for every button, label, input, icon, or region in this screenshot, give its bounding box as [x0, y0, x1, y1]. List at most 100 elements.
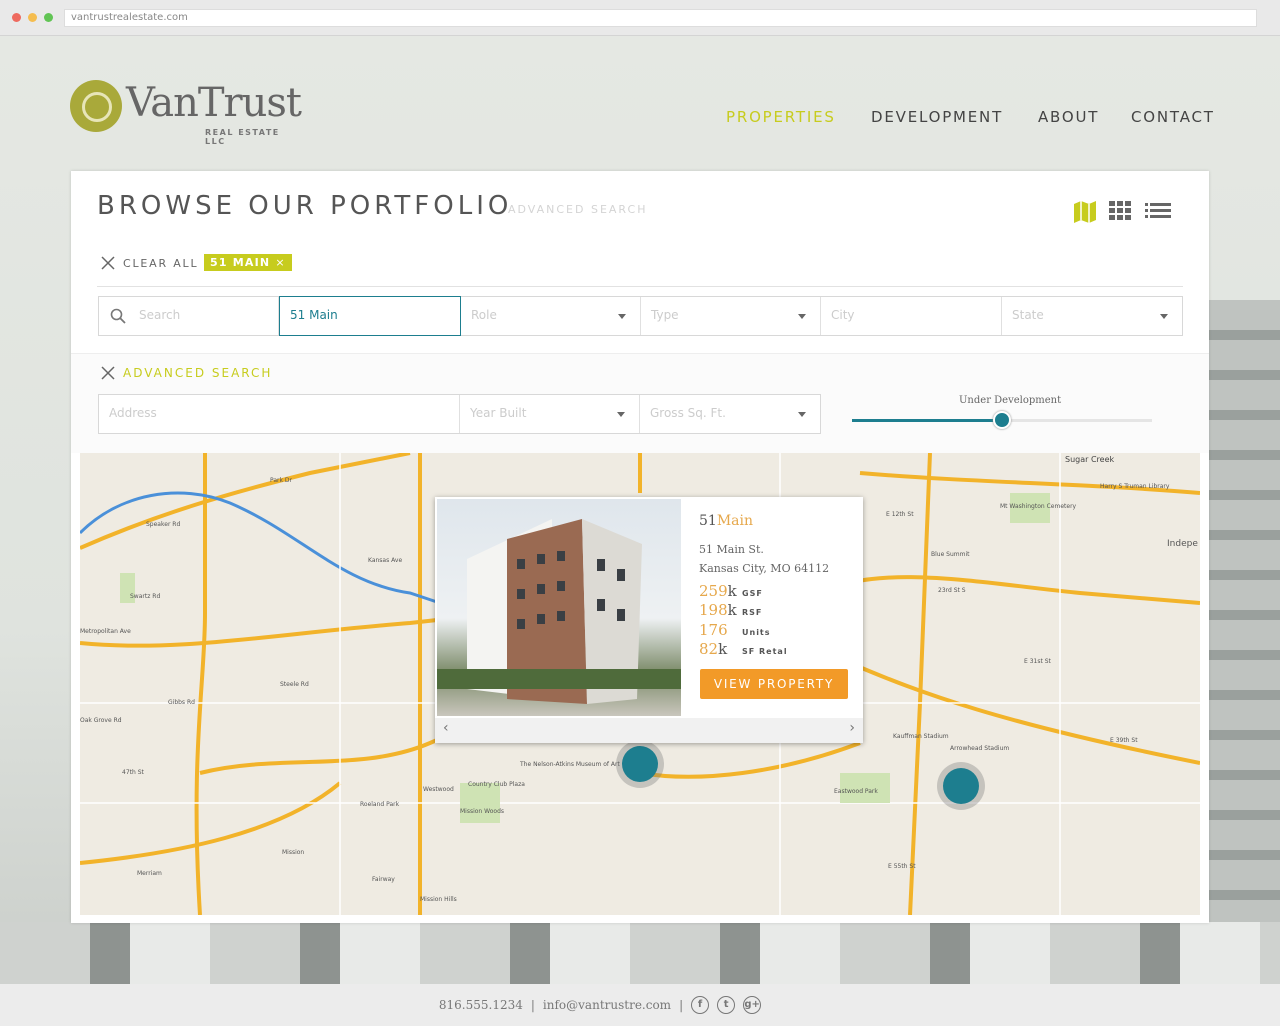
list-view-icon[interactable] — [1145, 203, 1171, 223]
state-select[interactable]: State — [1002, 297, 1182, 335]
stat-gsf: 259k GSF — [699, 582, 763, 600]
browser-chrome: vantrustrealestate.com — [0, 0, 1280, 36]
stat-value: 176 — [699, 621, 728, 639]
type-select[interactable]: Type — [641, 297, 821, 335]
stat-value: 259 — [699, 582, 728, 600]
nav-contact[interactable]: CONTACT — [1131, 108, 1215, 126]
close-icon — [101, 256, 115, 270]
slider-handle[interactable] — [993, 411, 1011, 429]
clear-all-button[interactable]: CLEAR ALL — [101, 256, 198, 270]
footer-separator: | — [530, 998, 535, 1012]
stat-value: 82 — [699, 640, 719, 658]
advanced-search-toggle[interactable]: ADVANCED SEARCH — [101, 366, 272, 380]
portfolio-panel: BROWSE OUR PORTFOLIO ADVANCED SEARCH CLE… — [71, 171, 1209, 923]
remove-filter-icon[interactable]: × — [275, 256, 285, 269]
nav-properties[interactable]: PROPERTIES — [726, 108, 836, 126]
close-dot-icon[interactable] — [12, 13, 21, 22]
map-label: Kansas Ave — [368, 557, 403, 564]
chevron-down-icon — [617, 412, 625, 421]
map-label: Harry S Truman Library — [1100, 483, 1170, 490]
stat-suffix: k — [718, 640, 728, 658]
background-balconies — [0, 922, 1280, 984]
close-icon — [101, 366, 115, 380]
property-popup: 51Main 51 Main St. Kansas City, MO 64112… — [435, 497, 863, 743]
map-label: Westwood — [423, 786, 454, 793]
stat-unit: RSF — [742, 608, 763, 617]
development-slider[interactable] — [852, 411, 1152, 429]
facebook-icon[interactable]: f — [691, 996, 710, 1014]
map-label: Arrowhead Stadium — [950, 745, 1010, 752]
map-label: E 31st St — [1024, 658, 1051, 665]
map-label: Mission Hills — [420, 896, 457, 903]
stat-suffix: k — [727, 582, 737, 600]
gross-sqft-select[interactable]: Gross Sq. Ft. — [640, 395, 820, 433]
slider-label: Under Development — [959, 395, 1062, 406]
grid-view-icon[interactable] — [1109, 201, 1131, 225]
map-label: Kauffman Stadium — [893, 733, 949, 740]
city-input[interactable]: City — [821, 297, 1002, 335]
logo[interactable]: VanTrust REAL ESTATE LLC — [70, 78, 302, 146]
active-filter-tag[interactable]: 51 MAIN × — [204, 254, 292, 271]
map-label: E 55th St — [888, 863, 916, 870]
map-label: Eastwood Park — [834, 788, 878, 795]
map-label: Mission — [282, 849, 305, 856]
stat-unit: Units — [742, 628, 771, 637]
chevron-right-icon[interactable]: › — [849, 720, 855, 736]
stat-rsf: 198k RSF — [699, 601, 762, 619]
map[interactable]: Park Dr Speaker Rd Swartz Rd Metropolita… — [80, 453, 1200, 915]
chevron-left-icon[interactable]: ‹ — [443, 720, 449, 736]
map-label: Country Club Plaza — [468, 781, 525, 788]
property-photo — [437, 499, 681, 716]
footer-email[interactable]: info@vantrustre.com — [543, 998, 671, 1012]
footer-separator: | — [679, 998, 684, 1012]
stat-unit: GSF — [742, 589, 763, 598]
minimize-dot-icon[interactable] — [28, 13, 37, 22]
maximize-dot-icon[interactable] — [44, 13, 53, 22]
property-marker[interactable] — [943, 768, 979, 804]
page-title: BROWSE OUR PORTFOLIO — [97, 191, 513, 221]
twitter-icon[interactable]: t — [717, 996, 736, 1014]
address-input[interactable]: Address — [99, 395, 460, 433]
year-built-select[interactable]: Year Built — [460, 395, 640, 433]
name-input[interactable]: 51 Main — [279, 296, 461, 336]
search-icon — [110, 308, 126, 324]
nav-development[interactable]: DEVELOPMENT — [871, 108, 1003, 126]
advanced-filter-row: Address Year Built Gross Sq. Ft. — [98, 394, 821, 434]
chevron-down-icon — [798, 314, 806, 323]
map-label: The Nelson-Atkins Museum of Art — [520, 761, 620, 768]
role-select[interactable]: Role — [461, 297, 641, 335]
map-label: Swartz Rd — [130, 593, 161, 600]
map-label: 23rd St S — [938, 587, 966, 594]
chevron-down-icon — [618, 314, 626, 323]
footer-phone[interactable]: 816.555.1234 — [439, 998, 523, 1012]
map-view-icon[interactable] — [1072, 199, 1098, 229]
view-property-button[interactable]: VIEW PROPERTY — [700, 669, 848, 699]
active-filter-label: 51 MAIN — [210, 256, 271, 269]
address-bar[interactable]: vantrustrealestate.com — [64, 9, 1257, 27]
stat-units: 176 Units — [699, 621, 771, 639]
map-label: Merriam — [137, 870, 162, 877]
map-label: Blue Summit — [931, 551, 970, 558]
divider — [97, 286, 1183, 287]
stat-suffix: k — [727, 601, 737, 619]
background-building — [1205, 300, 1280, 940]
search-placeholder: Search — [139, 308, 181, 322]
advanced-search-link[interactable]: ADVANCED SEARCH — [508, 203, 647, 216]
map-label: E 39th St — [1110, 737, 1138, 744]
stat-value: 198 — [699, 601, 728, 619]
google-plus-icon[interactable]: g+ — [743, 996, 762, 1014]
logo-flower-icon — [70, 80, 122, 132]
map-label: Fairway — [372, 876, 395, 883]
property-marker[interactable] — [622, 746, 658, 782]
logo-subtitle: REAL ESTATE LLC — [205, 128, 280, 146]
nav-about[interactable]: ABOUT — [1038, 108, 1099, 126]
search-input[interactable]: Search — [99, 297, 279, 335]
map-label: Sugar Creek — [1065, 455, 1115, 464]
map-label: Mt Washington Cemetery — [1000, 503, 1077, 510]
map-label: Indepe — [1167, 539, 1198, 549]
state-label: State — [1012, 308, 1044, 322]
map-label: Gibbs Rd — [168, 699, 195, 706]
map-label: Metropolitan Ave — [80, 628, 131, 635]
property-address-line2: Kansas City, MO 64112 — [699, 562, 830, 575]
role-label: Role — [471, 308, 497, 322]
